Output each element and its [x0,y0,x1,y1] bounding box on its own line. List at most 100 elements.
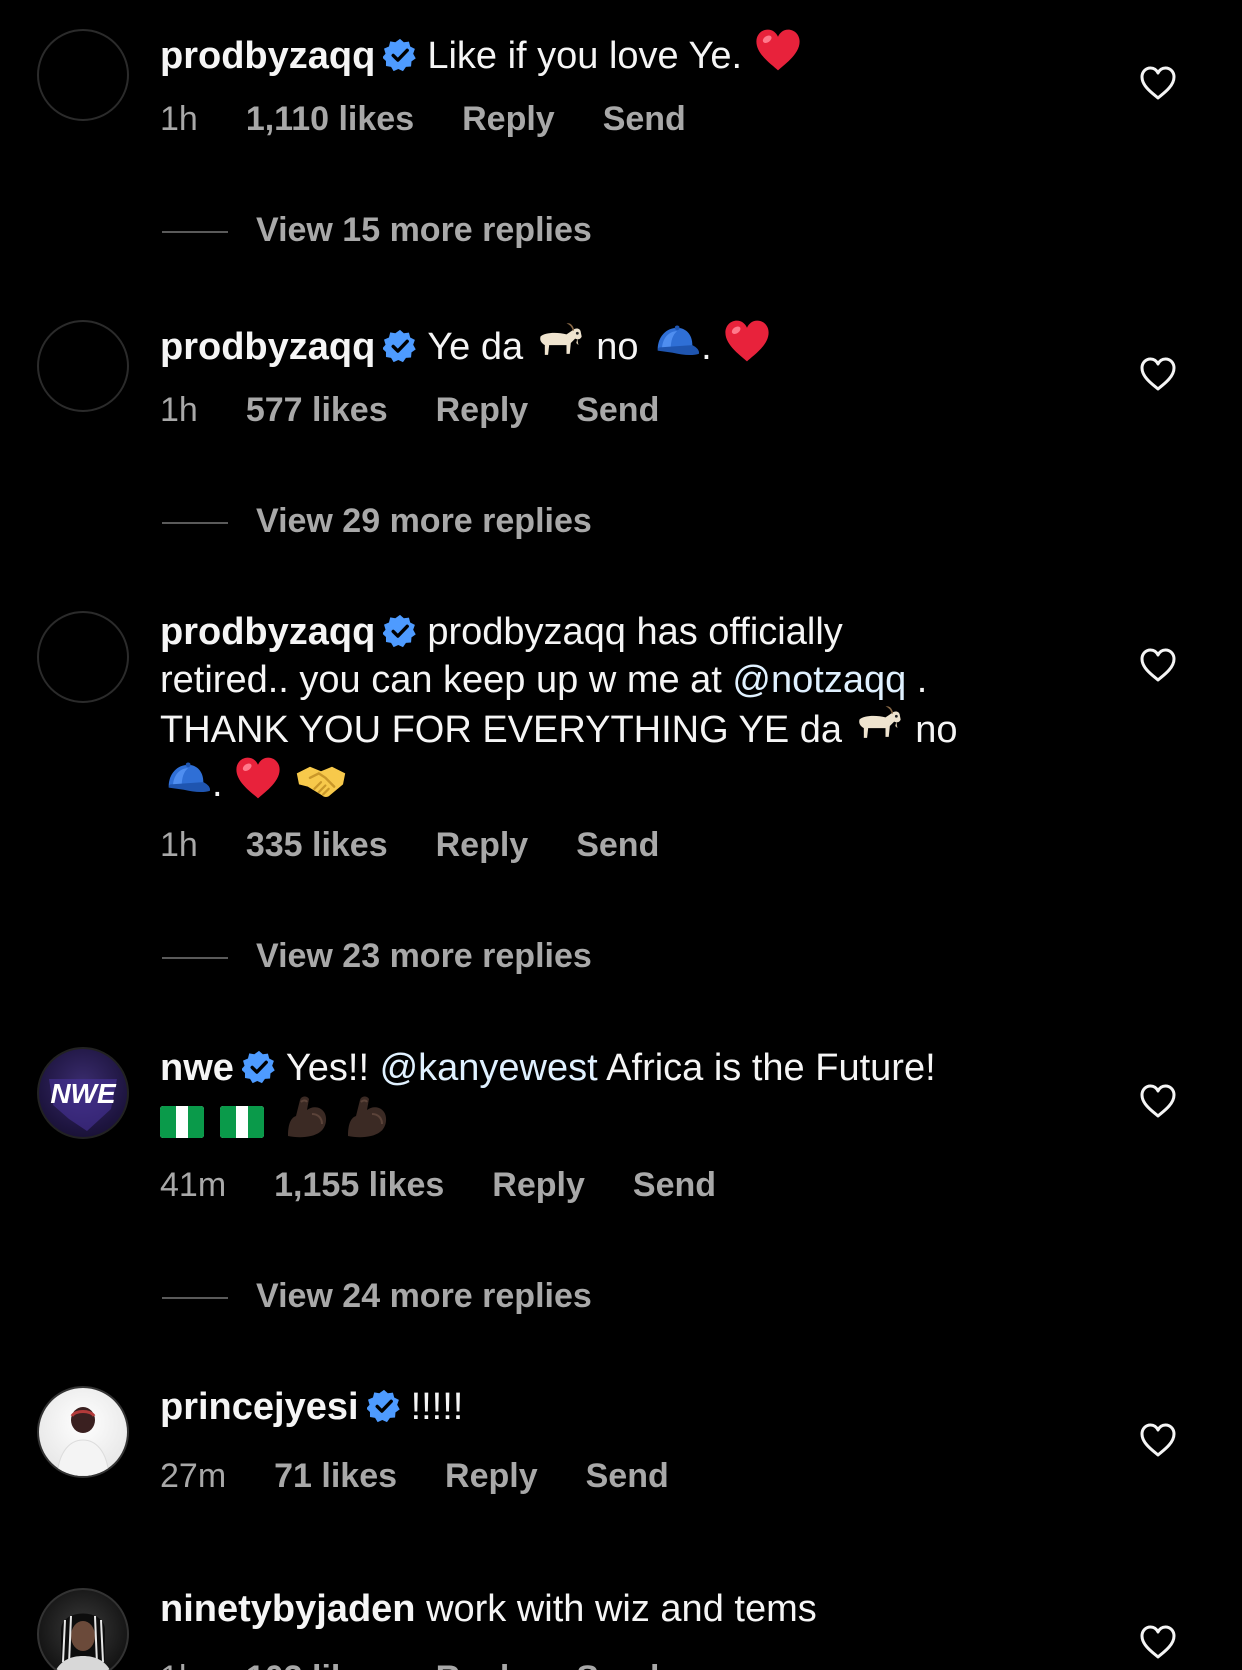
heart-outline-icon[interactable] [1138,1081,1178,1121]
reply-button[interactable]: Reply [436,826,529,864]
comment-meta: 1h 335 likes Reply Send [160,826,707,865]
verified-badge-icon [242,1050,276,1084]
mention-link[interactable]: @kanyewest [380,1047,598,1089]
send-button[interactable]: Send [586,1457,669,1495]
comment-text-part: . [916,659,928,701]
view-replies-button[interactable]: View 15 more replies [162,211,592,250]
verified-badge-icon [383,329,417,363]
comment-text: !!!!! [410,1386,464,1428]
verified-badge-icon [367,1389,401,1423]
reply-button[interactable]: Reply [436,391,529,429]
replies-divider [162,231,228,234]
username[interactable]: prodbyzaqq [160,611,375,653]
comments-list: prodbyzaqq Like if you love Ye. 1h 1,110 l… [0,0,1242,1670]
comment-text-part: Yes!! [285,1047,370,1089]
likes-count[interactable]: 103 likes [246,1659,388,1670]
heart-outline-icon[interactable] [1138,1622,1178,1662]
comment-text-period: . [701,326,712,368]
likes-count[interactable]: 1,155 likes [274,1166,444,1204]
timestamp: 1h [160,391,198,429]
send-button[interactable]: Send [633,1166,716,1204]
red-heart-emoji [753,26,803,74]
avatar[interactable] [37,1588,129,1670]
heart-outline-icon[interactable] [1138,354,1178,394]
username[interactable]: princejyesi [160,1386,359,1428]
comment-meta: 27m 71 likes Reply Send [160,1457,717,1496]
comment-body: ninetybyjaden work with wiz and tems [160,1585,1060,1633]
timestamp: 41m [160,1166,227,1204]
comment-text-part: retired.. you can keep up w me at [160,659,722,701]
flexed-biceps-emoji [280,1092,332,1140]
send-button[interactable]: Send [576,1659,659,1670]
mention-link[interactable]: @notzaqq [732,659,906,701]
timestamp: 1h [160,826,198,864]
heart-outline-icon[interactable] [1138,63,1178,103]
reply-button[interactable]: Reply [445,1457,538,1495]
view-replies-button[interactable]: View 24 more replies [162,1277,592,1316]
comment-body: prodbyzaqq prodbyzaqq has officially reti… [160,608,1060,808]
comment-body: nwe Yes!! @kanyewest Africa is the Future… [160,1044,1060,1146]
person-photo-icon [56,1613,110,1670]
blue-cap-emoji [160,758,212,802]
heart-outline-icon[interactable] [1138,1420,1178,1460]
nwe-logo-text: NWE [50,1078,117,1109]
red-heart-emoji [233,754,283,802]
goat-emoji [534,321,586,365]
view-replies-label: View 23 more replies [256,937,592,975]
replies-divider [162,1297,228,1300]
view-replies-label: View 24 more replies [256,1277,592,1315]
username[interactable]: nwe [160,1047,234,1089]
replies-divider [162,522,228,525]
flexed-biceps-emoji [340,1092,392,1140]
comment-text: work with wiz and tems [426,1588,817,1630]
heart-outline-icon[interactable] [1138,645,1178,685]
timestamp: 1h [160,100,198,138]
avatar[interactable] [37,611,129,703]
reply-button[interactable]: Reply [462,100,555,138]
comment-meta: 1h 103 likes Reply Send [160,1659,707,1670]
send-button[interactable]: Send [603,100,686,138]
view-replies-label: View 15 more replies [256,211,592,249]
send-button[interactable]: Send [576,826,659,864]
comment-body: prodbyzaqq Like if you love Ye. [160,26,1060,80]
likes-count[interactable]: 577 likes [246,391,388,429]
comment-text-part: no [596,326,639,368]
comment-text-part: Africa is the Future! [606,1047,936,1089]
username[interactable]: ninetybyjaden [160,1588,416,1630]
handshake-emoji [294,758,348,802]
timestamp: 27m [160,1457,227,1495]
comment-body: princejyesi!!!!! [160,1383,1060,1431]
username[interactable]: prodbyzaqq [160,326,375,368]
replies-divider [162,957,228,960]
likes-count[interactable]: 335 likes [246,826,388,864]
avatar[interactable] [37,320,129,412]
avatar[interactable] [37,1386,129,1478]
comment-text-part: THANK YOU FOR EVERYTHING YE da [160,709,843,751]
verified-badge-icon [383,38,417,72]
username[interactable]: prodbyzaqq [160,35,375,77]
nigeria-flag-emoji [220,1106,264,1138]
reply-button[interactable]: Reply [436,1659,529,1670]
send-button[interactable]: Send [576,391,659,429]
comment-text-part: no [915,709,958,751]
goat-emoji [853,704,905,748]
avatar[interactable] [37,29,129,121]
comment-meta: 1h 577 likes Reply Send [160,391,707,430]
reply-button[interactable]: Reply [492,1166,585,1204]
view-replies-button[interactable]: View 29 more replies [162,502,592,541]
verified-badge-icon [383,614,417,648]
likes-count[interactable]: 71 likes [274,1457,397,1495]
nigeria-flag-emoji [160,1106,204,1138]
blue-cap-emoji [649,321,701,365]
timestamp: 1h [160,1659,198,1670]
view-replies-button[interactable]: View 23 more replies [162,937,592,976]
avatar[interactable]: NWE [37,1047,129,1139]
comment-text: Like if you love Ye. [427,35,743,77]
comment-text-part: Ye da [427,326,524,368]
nwe-logo-icon: NWE [49,1078,117,1131]
red-heart-emoji [722,317,772,365]
person-photo-icon [56,1407,110,1476]
likes-count[interactable]: 1,110 likes [246,100,414,138]
comment-meta: 1h 1,110 likes Reply Send [160,100,734,139]
comment-meta: 41m 1,155 likes Reply Send [160,1166,764,1205]
